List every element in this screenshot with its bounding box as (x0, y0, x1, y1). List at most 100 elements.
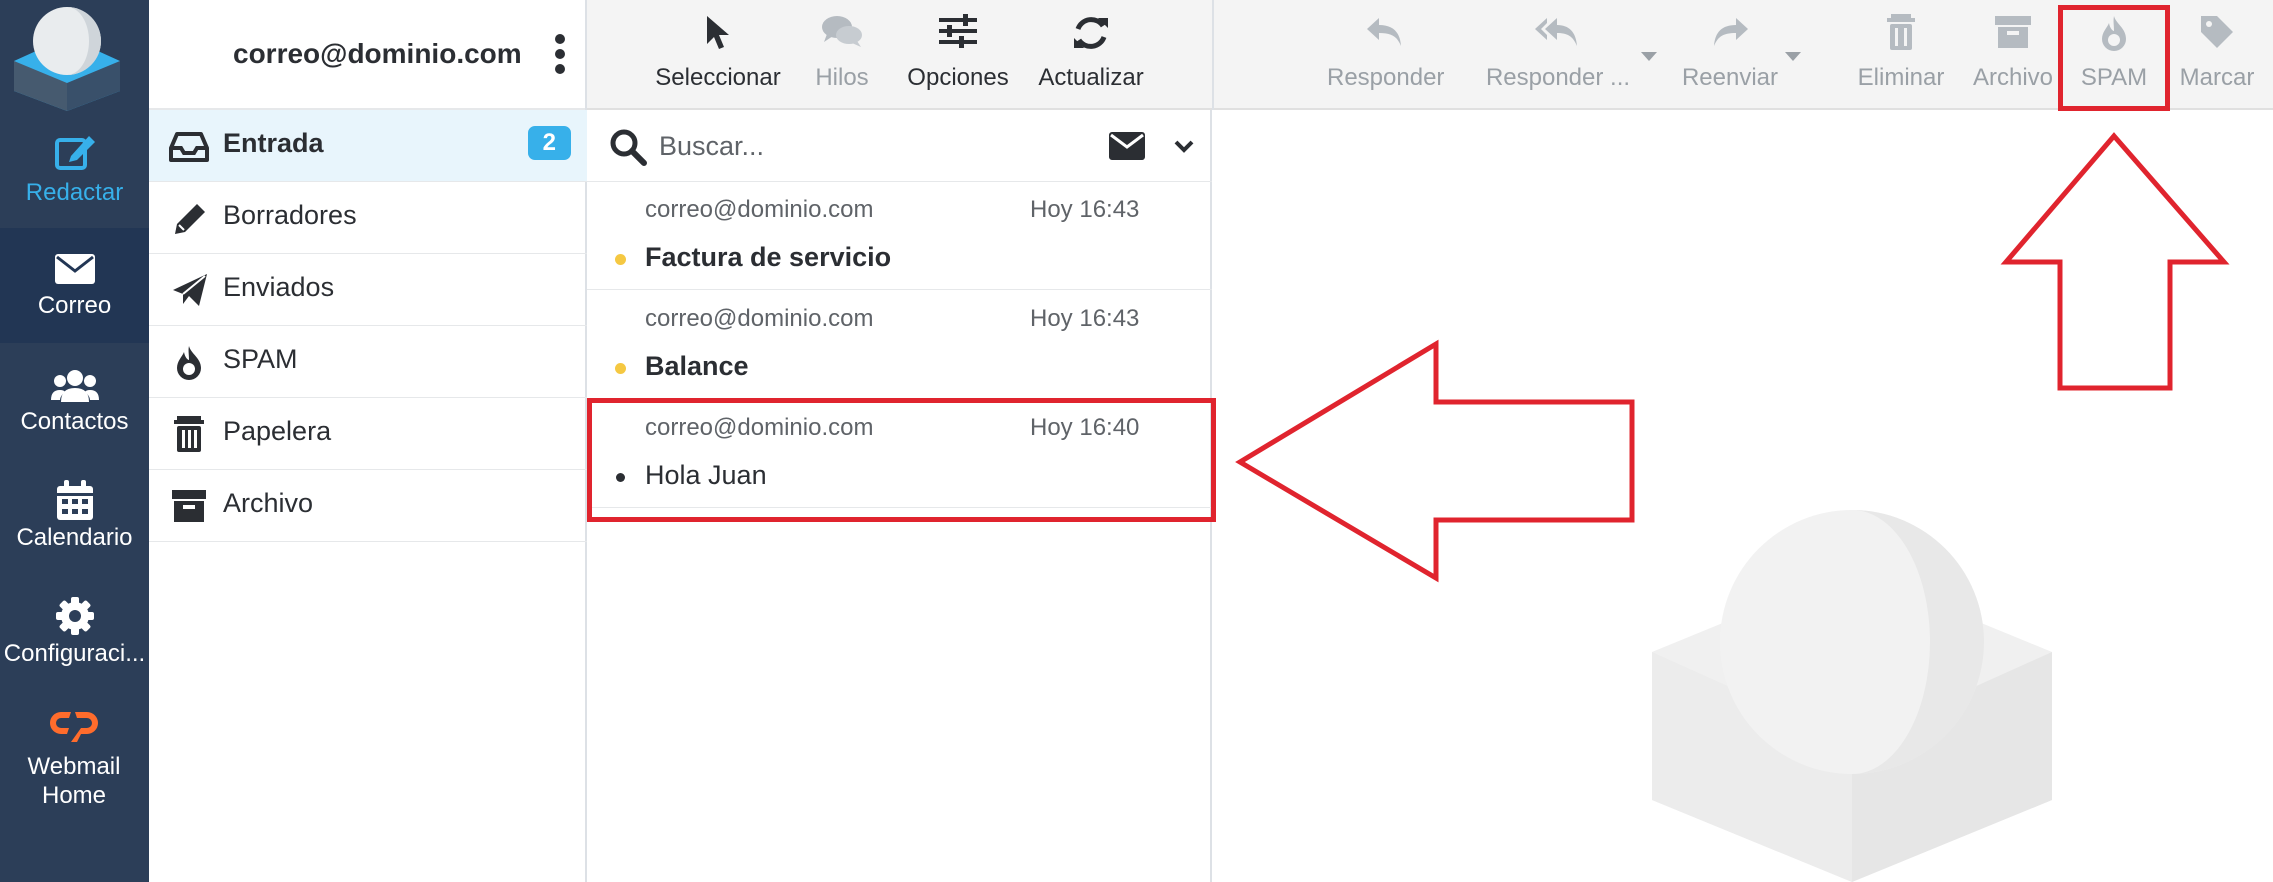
roundcube-watermark-logo (1652, 510, 2052, 882)
toolbar-label: Seleccionar (655, 64, 781, 91)
unread-dot[interactable] (615, 363, 626, 374)
account-email: correo@dominio.com (233, 38, 522, 69)
message-subject: Balance (645, 351, 749, 381)
chevron-down-icon[interactable] (1173, 136, 1195, 158)
select-button[interactable]: Seleccionar (655, 0, 781, 110)
message-sender: correo@dominio.com (645, 305, 874, 332)
envelope-icon[interactable] (1109, 132, 1145, 160)
folder-pane: correo@dominio.com Entrada 2 Borradores … (149, 0, 587, 882)
search-input[interactable] (659, 126, 1059, 166)
forward-dropdown-arrow[interactable] (1785, 52, 1801, 61)
message-date: Hoy 16:43 (1030, 196, 1140, 223)
archive-button[interactable]: Archivo (1971, 0, 2055, 110)
nav-label: Webmail Home (27, 753, 121, 809)
navigation-rail: Redactar Correo Contactos Calendario Con… (0, 0, 149, 882)
nav-calendar[interactable]: Calendario (0, 460, 149, 575)
comments-icon (822, 16, 862, 47)
compose-icon (54, 136, 95, 170)
toolbar-divider (1212, 0, 1214, 110)
message-row[interactable]: correo@dominio.com Hoy 16:40 Hola Juan (587, 400, 1212, 508)
folder-inbox[interactable]: Entrada 2 (149, 110, 587, 182)
message-date: Hoy 16:40 (1030, 414, 1140, 441)
nav-webmail-home[interactable]: Webmail Home (0, 692, 149, 822)
delete-button[interactable]: Eliminar (1855, 0, 1947, 110)
reply-all-icon (1535, 18, 1577, 46)
toolbar-label: Actualizar (1038, 64, 1144, 91)
toolbar-label: Responder (1327, 64, 1445, 91)
toolbar-label: Responder ... (1485, 64, 1631, 91)
inbox-icon (169, 132, 209, 162)
message-subject: Factura de servicio (645, 242, 892, 272)
nav-label: Redactar (25, 179, 124, 206)
mark-button[interactable]: Marcar (2175, 0, 2259, 110)
calendar-icon (56, 480, 93, 520)
cursor-icon (707, 16, 729, 49)
folder-trash[interactable]: Papelera (149, 398, 587, 470)
folder-header: correo@dominio.com (149, 0, 585, 110)
trash-icon (1887, 14, 1915, 50)
refresh-icon (1074, 17, 1108, 49)
message-row[interactable]: correo@dominio.com Hoy 16:43 Factura de … (587, 182, 1212, 290)
folder-name: Entrada (223, 128, 324, 158)
reply-all-dropdown-arrow[interactable] (1641, 52, 1657, 61)
gear-icon (55, 597, 94, 635)
forward-icon (1714, 18, 1748, 46)
message-sender: correo@dominio.com (645, 414, 874, 441)
nav-compose[interactable]: Redactar (0, 120, 149, 228)
toolbar-label: SPAM (2080, 64, 2148, 91)
fire-icon (177, 346, 201, 380)
read-dot[interactable] (616, 473, 625, 482)
nav-mail[interactable]: Correo (0, 228, 149, 343)
folder-name: Archivo (223, 488, 314, 518)
preview-pane (1212, 110, 2273, 882)
cpanel-icon (49, 712, 98, 742)
folder-sent[interactable]: Enviados (149, 254, 587, 326)
reply-button[interactable]: Responder (1327, 0, 1444, 110)
toolbar-label: Eliminar (1857, 64, 1945, 91)
tag-icon (2201, 16, 2233, 48)
nav-label: Configuraci... (3, 640, 146, 667)
folder-drafts[interactable]: Borradores (149, 182, 587, 254)
nav-label: Calendario (16, 524, 133, 551)
toolbar-label: Reenviar (1681, 64, 1779, 91)
refresh-button[interactable]: Actualizar (1035, 0, 1147, 110)
archive-box-icon (172, 490, 206, 522)
toolbar-label: Hilos (815, 64, 869, 91)
folder-spam[interactable]: SPAM (149, 326, 587, 398)
message-date: Hoy 16:43 (1030, 305, 1140, 332)
folder-name: Borradores (223, 200, 357, 230)
reply-all-button[interactable]: Responder ... (1485, 0, 1631, 110)
archive-box-icon (1995, 16, 2031, 48)
nav-label: Correo (37, 292, 112, 319)
folder-name: Papelera (223, 416, 332, 446)
sliders-icon (939, 14, 977, 48)
unread-count-badge: 2 (527, 126, 571, 160)
message-sender: correo@dominio.com (645, 196, 874, 223)
toolbar-label: Archivo (1972, 64, 2054, 91)
spam-button[interactable]: SPAM (2073, 0, 2155, 110)
trash-icon (174, 416, 204, 452)
toolbar: Seleccionar Hilos Opciones Actualizar Re… (587, 0, 2273, 110)
nav-label: Contactos (20, 408, 129, 435)
toolbar-label: Marcar (2179, 64, 2255, 91)
forward-button[interactable]: Reenviar (1682, 0, 1778, 110)
search-icon[interactable] (609, 128, 647, 166)
options-button[interactable]: Opciones (903, 0, 1013, 110)
envelope-icon (54, 254, 95, 284)
message-row[interactable]: correo@dominio.com Hoy 16:43 Balance (587, 291, 1212, 399)
folder-name: SPAM (223, 344, 298, 374)
nav-contacts[interactable]: Contactos (0, 344, 149, 459)
message-subject: Hola Juan (645, 460, 767, 490)
search-bar (587, 110, 1212, 182)
roundcube-logo[interactable] (10, 3, 124, 111)
threads-button[interactable]: Hilos (809, 0, 875, 110)
pencil-icon (175, 204, 205, 234)
nav-settings[interactable]: Configuraci... (0, 576, 149, 691)
folder-archive[interactable]: Archivo (149, 470, 587, 542)
paper-plane-icon (173, 274, 207, 306)
unread-dot[interactable] (615, 254, 626, 265)
folder-name: Enviados (223, 272, 335, 302)
message-list: correo@dominio.com Hoy 16:43 Factura de … (587, 110, 1212, 882)
more-options-icon[interactable] (553, 32, 567, 76)
users-icon (50, 370, 99, 402)
